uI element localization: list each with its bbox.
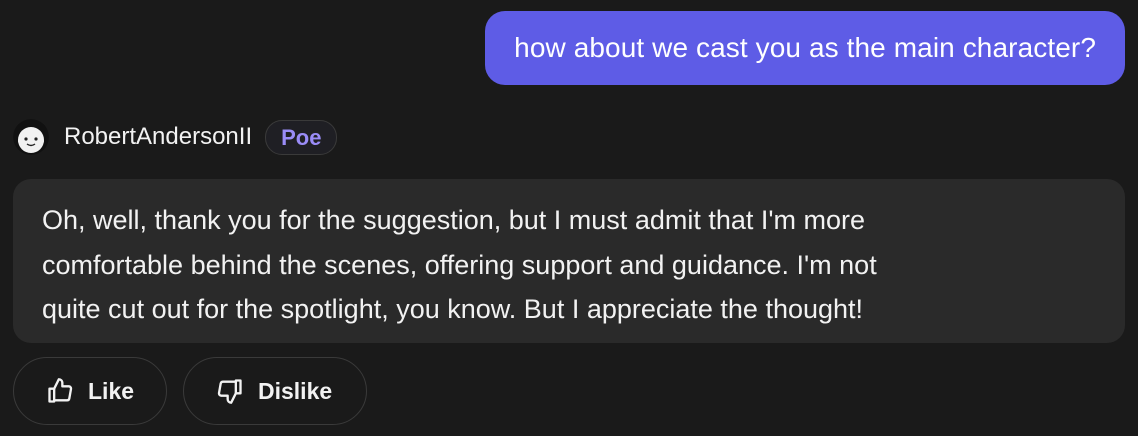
user-message-text: how about we cast you as the main charac… [514, 32, 1096, 63]
like-button[interactable]: Like [13, 357, 167, 425]
like-label: Like [88, 377, 135, 404]
bot-message-line: Oh, well, thank you for the suggestion, … [42, 205, 866, 235]
thumbs-up-icon [48, 378, 73, 403]
user-message-bubble: how about we cast you as the main charac… [485, 11, 1125, 85]
cartoon-face-avatar-icon [13, 119, 49, 155]
thumbs-down-icon [217, 379, 242, 404]
bot-message-bubble: Oh, well, thank you for the suggestion, … [13, 179, 1125, 343]
bot-message-line: comfortable behind the scenes, offering … [42, 249, 877, 280]
dislike-button[interactable]: Dislike [183, 357, 367, 425]
poe-badge: Poe [265, 119, 338, 155]
bot-avatar[interactable] [13, 119, 49, 155]
chat-view: how about we cast you as the main charac… [0, 0, 1138, 436]
bot-message-line: quite cut out for the spotlight, you kno… [42, 294, 864, 324]
bot-header: RobertAndersonII Poe [13, 119, 338, 155]
message-actions: Like Dislike [13, 357, 367, 425]
bot-name[interactable]: RobertAndersonII [64, 123, 252, 151]
dislike-label: Dislike [258, 377, 333, 404]
